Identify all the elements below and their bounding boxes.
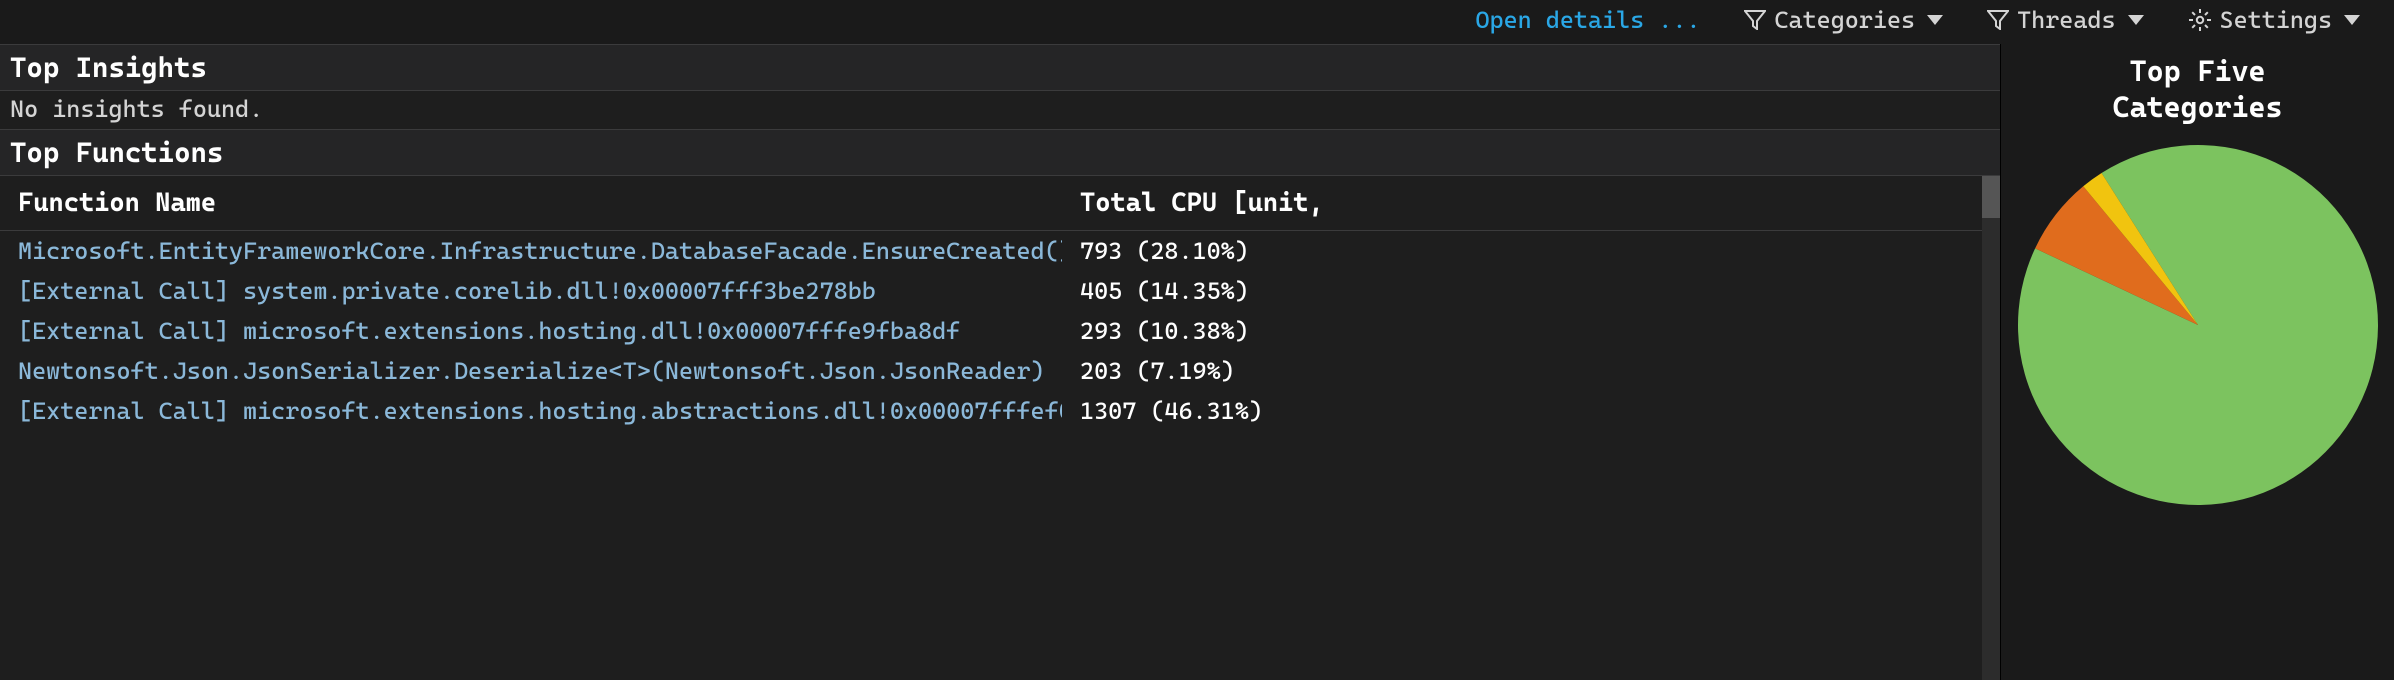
right-panel-title: Top Five Categories: [2113, 53, 2283, 126]
threads-filter-dropdown[interactable]: Threads: [1987, 6, 2143, 34]
function-name-cell[interactable]: Newtonsoft.Json.JsonSerializer.Deseriali…: [0, 351, 1062, 391]
table-row[interactable]: [External Call] system.private.corelib.d…: [0, 271, 2000, 311]
table-row[interactable]: Microsoft.EntityFrameworkCore.Infrastruc…: [0, 231, 2000, 272]
function-cpu-cell: 1307 (46.31%): [1062, 391, 2000, 431]
scrollbar-thumb[interactable]: [1982, 176, 2000, 218]
right-panel-title-line1: Top Five: [2130, 54, 2266, 88]
column-header-total-cpu[interactable]: Total CPU [unit,: [1062, 176, 2000, 231]
function-cpu-cell: 405 (14.35%): [1062, 271, 2000, 311]
filter-icon: [1744, 10, 1766, 30]
table-row[interactable]: [External Call] microsoft.extensions.hos…: [0, 391, 2000, 431]
main-panel: Top Insights No insights found. Top Func…: [0, 44, 2000, 680]
table-row[interactable]: [External Call] microsoft.extensions.hos…: [0, 311, 2000, 351]
top-insights-header: Top Insights: [0, 45, 2000, 91]
settings-label: Settings: [2220, 6, 2333, 34]
filter-icon: [1987, 10, 2009, 30]
function-name-cell[interactable]: [External Call] system.private.corelib.d…: [0, 271, 1062, 311]
top-functions-header: Top Functions: [0, 129, 2000, 176]
chevron-down-icon: [2344, 15, 2360, 25]
scrollbar-track[interactable]: [1982, 176, 2000, 680]
function-name-cell[interactable]: Microsoft.EntityFrameworkCore.Infrastruc…: [0, 231, 1062, 272]
chevron-down-icon: [1927, 15, 1943, 25]
function-cpu-cell: 293 (10.38%): [1062, 311, 2000, 351]
top-functions-table: Function Name Total CPU [unit, Microsoft…: [0, 176, 2000, 431]
settings-dropdown[interactable]: Settings: [2188, 6, 2361, 34]
function-name-cell[interactable]: [External Call] microsoft.extensions.hos…: [0, 391, 1062, 431]
top-insights-body: No insights found.: [0, 91, 2000, 129]
function-cpu-cell: 793 (28.10%): [1062, 231, 2000, 272]
top-five-categories-pie: [2013, 140, 2383, 516]
function-cpu-cell: 203 (7.19%): [1062, 351, 2000, 391]
top-functions-table-wrap: Function Name Total CPU [unit, Microsoft…: [0, 176, 2000, 680]
toolbar: Open details ... Categories Threads: [0, 0, 2394, 44]
categories-filter-dropdown[interactable]: Categories: [1744, 6, 1943, 34]
table-header-row: Function Name Total CPU [unit,: [0, 176, 2000, 231]
open-details-link[interactable]: Open details ...: [1475, 6, 1700, 34]
pie-chart-svg: [2013, 140, 2383, 510]
right-panel: Top Five Categories: [2000, 44, 2394, 680]
gear-icon: [2188, 8, 2212, 32]
categories-filter-label: Categories: [1774, 6, 1915, 34]
function-name-cell[interactable]: [External Call] microsoft.extensions.hos…: [0, 311, 1062, 351]
column-header-function-name[interactable]: Function Name: [0, 176, 1062, 231]
chevron-down-icon: [2128, 15, 2144, 25]
right-panel-title-line2: Categories: [2113, 90, 2283, 124]
threads-filter-label: Threads: [2017, 6, 2115, 34]
table-row[interactable]: Newtonsoft.Json.JsonSerializer.Deseriali…: [0, 351, 2000, 391]
